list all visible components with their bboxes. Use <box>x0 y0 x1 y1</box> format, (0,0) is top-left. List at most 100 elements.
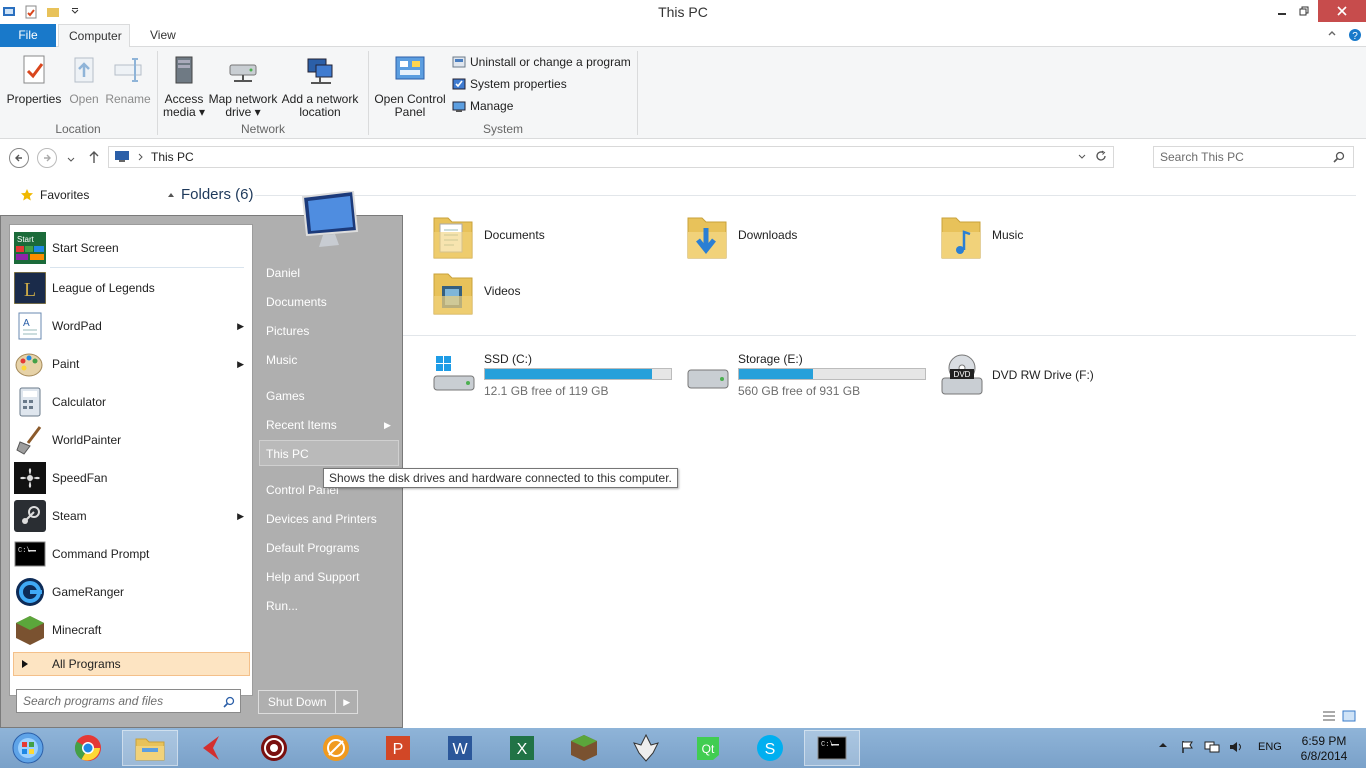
program-worldpainter[interactable]: WorldPainter <box>14 423 250 457</box>
large-icons-view-icon[interactable] <box>1342 710 1356 722</box>
properties-button[interactable]: Properties <box>6 53 62 106</box>
tab-computer[interactable]: Computer <box>58 24 130 47</box>
language-indicator[interactable]: ENG <box>1258 741 1282 753</box>
rename-button[interactable]: Rename <box>104 53 152 106</box>
submenu-arrow-icon: ▶ <box>384 420 391 430</box>
map-network-drive-button[interactable]: Map network drive ▾ <box>207 53 279 119</box>
start-right-default-programs[interactable]: Default Programs <box>266 541 359 555</box>
taskbar-file-explorer[interactable] <box>122 730 178 766</box>
star-icon <box>21 189 33 201</box>
taskbar-powerpoint[interactable]: P <box>370 730 426 766</box>
start-right-this-pc[interactable]: This PC <box>266 447 309 461</box>
taskbar-qt[interactable]: Qt <box>680 730 736 766</box>
start-right-documents[interactable]: Documents <box>266 295 327 309</box>
start-right-recent-items[interactable]: Recent Items ▶ <box>266 418 396 432</box>
folder-music[interactable]: Music <box>940 210 1023 260</box>
program-wordpad[interactable]: A WordPad ▶ <box>14 309 250 343</box>
computer-picture-icon <box>301 191 359 247</box>
search-input[interactable]: Search This PC <box>1153 146 1354 168</box>
search-icon[interactable] <box>223 696 235 708</box>
drive-dvd[interactable]: DVD DVD RW Drive (F:) <box>938 352 1138 400</box>
search-icon[interactable] <box>1333 151 1345 166</box>
network-icon[interactable] <box>1204 740 1220 757</box>
start-right-run[interactable]: Run... <box>266 599 298 613</box>
open-control-panel-button[interactable]: Open Control Panel <box>372 53 448 119</box>
taskbar-media-player[interactable] <box>246 730 302 766</box>
shutdown-options-icon[interactable]: ▶ <box>335 691 357 713</box>
up-arrow-icon[interactable] <box>88 150 100 167</box>
program-command-prompt[interactable]: C:\ Command Prompt <box>14 537 250 571</box>
program-gameranger[interactable]: GameRanger <box>14 575 250 609</box>
show-hidden-icons[interactable] <box>1158 740 1168 753</box>
start-right-help-support[interactable]: Help and Support <box>266 570 359 584</box>
program-league-of-legends[interactable]: L League of Legends <box>14 271 250 305</box>
program-minecraft[interactable]: Minecraft <box>14 613 250 647</box>
details-view-icon[interactable] <box>1322 710 1336 722</box>
start-right-pictures[interactable]: Pictures <box>266 324 309 338</box>
program-calculator[interactable]: Calculator <box>14 385 250 419</box>
recent-locations-chevron-icon[interactable] <box>66 153 76 167</box>
collapse-folders-icon[interactable] <box>166 190 176 200</box>
nav-favorites[interactable]: Favorites <box>20 188 89 202</box>
manage-button[interactable]: Manage <box>452 99 513 113</box>
clock[interactable]: 6:59 PM 6/8/2014 <box>1292 734 1356 764</box>
program-paint[interactable]: Paint ▶ <box>14 347 250 381</box>
taskbar-excel[interactable]: X <box>494 730 550 766</box>
all-programs-button[interactable]: All Programs <box>13 652 250 676</box>
network-drive-icon <box>229 64 257 82</box>
back-button[interactable] <box>9 148 29 168</box>
address-bar[interactable]: This PC <box>108 146 1114 168</box>
help-icon[interactable]: ? <box>1348 28 1362 45</box>
ribbon: Properties Open Rename Location Access m… <box>0 47 1366 139</box>
folder-documents[interactable]: Documents <box>432 210 545 260</box>
start-search-input[interactable]: Search programs and files <box>16 689 241 713</box>
action-center-icon[interactable] <box>1180 740 1194 757</box>
taskbar-minecraft[interactable] <box>556 730 612 766</box>
calculator-icon <box>19 387 41 417</box>
taskbar-chrome[interactable] <box>60 730 116 766</box>
start-button[interactable] <box>0 730 56 766</box>
taskbar-app-red-arrow[interactable] <box>184 730 240 766</box>
breadcrumb[interactable]: This PC <box>151 150 194 164</box>
music-folder-icon <box>941 217 981 259</box>
drive-c[interactable]: SSD (C:) 12.1 GB free of 119 GB <box>430 352 680 400</box>
taskbar-skype[interactable]: S <box>742 730 798 766</box>
documents-folder-icon <box>433 217 473 259</box>
tab-file[interactable]: File <box>0 24 56 47</box>
access-media-button[interactable]: Access media ▾ <box>161 53 207 119</box>
restore-button[interactable] <box>1290 0 1318 22</box>
taskbar-skyrim[interactable] <box>618 730 674 766</box>
folder-downloads[interactable]: Downloads <box>686 210 797 260</box>
taskbar-orange-app[interactable] <box>308 730 364 766</box>
close-button[interactable] <box>1318 0 1366 22</box>
start-right-daniel[interactable]: Daniel <box>266 266 300 280</box>
folders-heading[interactable]: Folders (6) <box>181 186 254 203</box>
svg-text:W: W <box>452 741 468 758</box>
taskbar-command-prompt[interactable]: C:\ <box>804 730 860 766</box>
start-right-music[interactable]: Music <box>266 353 297 367</box>
hard-drive-icon <box>687 369 729 389</box>
cmd-icon: C:\ <box>14 541 46 567</box>
taskbar-word[interactable]: W <box>432 730 488 766</box>
refresh-icon[interactable] <box>1095 150 1107 165</box>
svg-text:A: A <box>23 318 30 329</box>
program-speedfan[interactable]: SpeedFan <box>14 461 250 495</box>
start-right-games[interactable]: Games <box>266 389 305 403</box>
program-start-screen[interactable]: Start Start Screen <box>14 231 250 265</box>
minimize-ribbon-icon[interactable] <box>1327 28 1337 41</box>
system-properties-button[interactable]: System properties <box>452 77 567 91</box>
start-right-devices-printers[interactable]: Devices and Printers <box>266 512 377 526</box>
forward-button[interactable] <box>37 148 57 168</box>
uninstall-program-button[interactable]: Uninstall or change a program <box>452 55 631 69</box>
system-group-label: System <box>482 122 523 136</box>
volume-icon[interactable] <box>1228 740 1244 757</box>
drive-e[interactable]: Storage (E:) 560 GB free of 931 GB <box>684 352 934 400</box>
shutdown-button[interactable]: Shut Down ▶ <box>258 690 358 714</box>
program-steam[interactable]: Steam ▶ <box>14 499 250 533</box>
folder-videos[interactable]: Videos <box>432 266 520 316</box>
address-dropdown-icon[interactable] <box>1077 151 1087 165</box>
add-network-location-button[interactable]: Add a network location <box>280 53 360 119</box>
open-button[interactable]: Open <box>64 53 104 106</box>
tab-view[interactable]: View <box>140 24 186 47</box>
back-arrow-icon <box>15 154 22 162</box>
